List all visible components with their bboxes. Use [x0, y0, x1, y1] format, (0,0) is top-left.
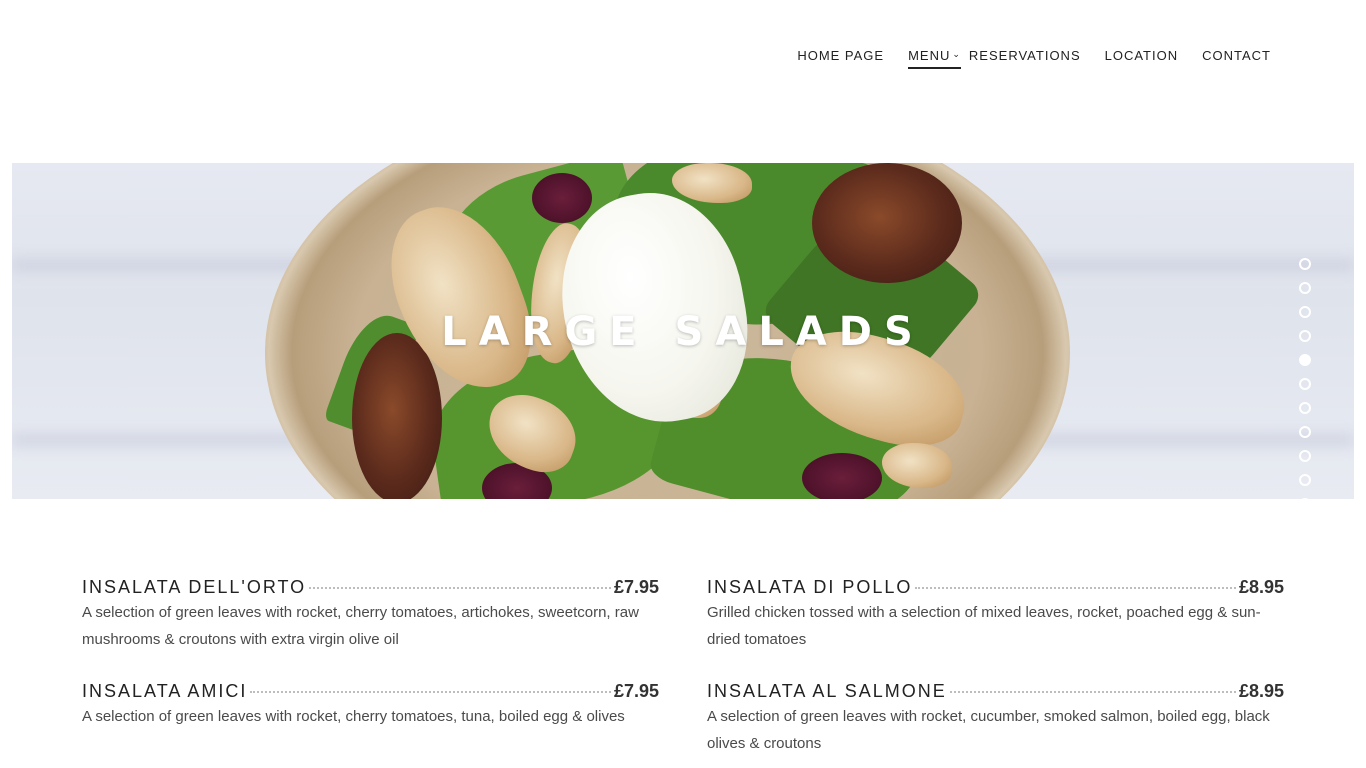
dish-price: £7.95 — [613, 681, 659, 701]
slider-pagination — [1290, 258, 1320, 499]
chevron-down-icon: ⌄ — [952, 49, 961, 59]
nav-contact-label: CONTACT — [1202, 48, 1271, 63]
slide-dot[interactable] — [1299, 330, 1311, 342]
slide-dot-active[interactable] — [1299, 354, 1311, 366]
dish-price: £8.95 — [1238, 681, 1284, 701]
dotted-leader — [250, 691, 611, 693]
nav-menu-label: MENU — [908, 48, 951, 63]
main-nav: HOME PAGE MENU ⌄ RESERVATIONS LOCATION CO… — [797, 48, 1271, 69]
nav-reservations-label: RESERVATIONS — [968, 48, 1081, 63]
menu-column-left: INSALATA DELL'ORTO £7.95 A selection of … — [82, 577, 659, 758]
nav-reservations[interactable]: RESERVATIONS — [969, 48, 1081, 67]
slide-dot[interactable] — [1299, 498, 1311, 499]
nav-location-label: LOCATION — [1104, 48, 1179, 63]
menu-item: INSALATA DELL'ORTO £7.95 A selection of … — [82, 577, 659, 653]
dotted-leader — [309, 587, 611, 589]
slide-dot[interactable] — [1299, 450, 1311, 462]
hero-banner: LARGE SALADS — [12, 163, 1354, 499]
nav-home[interactable]: HOME PAGE — [797, 48, 884, 67]
slide-dot[interactable] — [1299, 378, 1311, 390]
dish-description: A selection of green leaves with rocket,… — [82, 604, 639, 648]
menu-item-header: INSALATA DI POLLO £8.95 — [707, 577, 1284, 598]
menu-column-right: INSALATA DI POLLO £8.95 Grilled chicken … — [707, 577, 1284, 768]
radicchio — [802, 453, 882, 499]
radicchio — [532, 173, 592, 223]
dish-description: Grilled chicken tossed with a selection … — [707, 604, 1261, 648]
nav-location[interactable]: LOCATION — [1105, 48, 1179, 67]
dish-name: INSALATA DI POLLO — [707, 577, 913, 597]
menu-item: INSALATA AL SALMONE £8.95 A selection of… — [707, 681, 1284, 757]
menu-item: INSALATA DI POLLO £8.95 Grilled chicken … — [707, 577, 1284, 653]
nav-home-label: HOME PAGE — [797, 48, 885, 63]
dish-description: A selection of green leaves with rocket,… — [707, 708, 1270, 752]
menu-item-header: INSALATA DELL'ORTO £7.95 — [82, 577, 659, 598]
dish-description: A selection of green leaves with rocket,… — [82, 708, 625, 725]
menu-item: INSALATA AMICI £7.95 A selection of gree… — [82, 681, 659, 730]
nav-menu[interactable]: MENU ⌄ — [908, 48, 961, 69]
dish-name: INSALATA DELL'ORTO — [82, 577, 307, 597]
slide-dot[interactable] — [1299, 474, 1311, 486]
hero-title: LARGE SALADS — [441, 309, 925, 355]
slide-dot[interactable] — [1299, 402, 1311, 414]
dish-price: £7.95 — [613, 577, 659, 597]
sundried-tomato — [352, 333, 442, 499]
slide-dot[interactable] — [1299, 258, 1311, 270]
slide-dot[interactable] — [1299, 426, 1311, 438]
dish-name: INSALATA AMICI — [82, 681, 248, 701]
slide-dot[interactable] — [1299, 282, 1311, 294]
slider-dots — [1299, 258, 1311, 499]
dish-name: INSALATA AL SALMONE — [707, 681, 947, 701]
nav-contact[interactable]: CONTACT — [1202, 48, 1271, 67]
menu-item-header: INSALATA AMICI £7.95 — [82, 681, 659, 702]
dish-price: £8.95 — [1238, 577, 1284, 597]
slide-dot[interactable] — [1299, 306, 1311, 318]
sundried-tomato — [812, 163, 962, 283]
dotted-leader — [949, 691, 1236, 693]
dotted-leader — [915, 587, 1236, 589]
menu-item-header: INSALATA AL SALMONE £8.95 — [707, 681, 1284, 702]
